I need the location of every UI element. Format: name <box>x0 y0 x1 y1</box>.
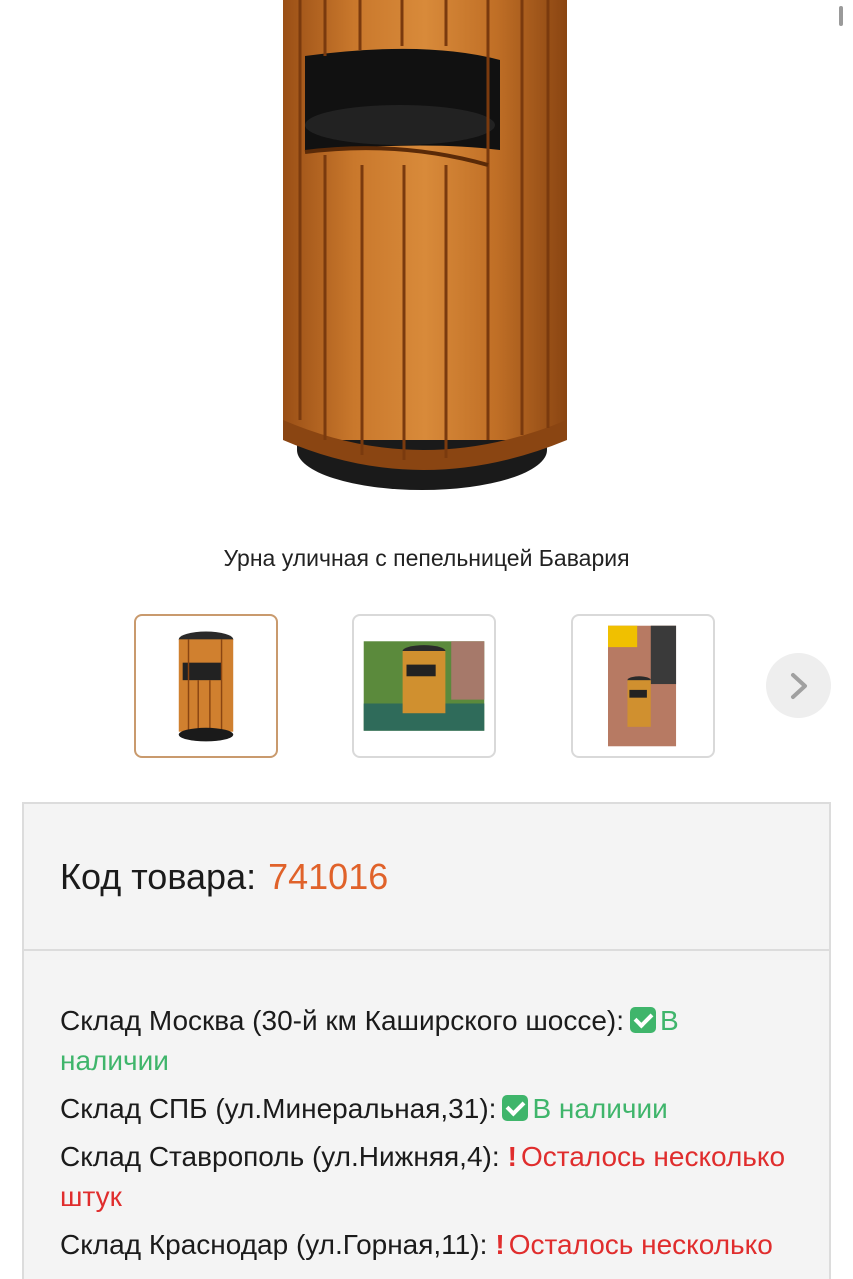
product-caption: Урна уличная с пепельницей Бавария <box>223 545 630 571</box>
warehouse-label: Склад Ставрополь (ул.Нижняя,4): <box>60 1141 500 1172</box>
thumbnail-2[interactable] <box>352 614 496 758</box>
urn-thumbnail-icon <box>178 631 234 742</box>
warehouse-label: Склад СПБ (ул.Минеральная,31): <box>60 1093 497 1124</box>
exclamation-icon: ! <box>507 1141 517 1172</box>
stock-status: В наличии <box>532 1093 668 1124</box>
chevron-right-icon <box>790 672 807 699</box>
thumbnail-1[interactable] <box>134 614 278 758</box>
product-code-row: Код товара: 741016 <box>24 804 829 951</box>
urn-image <box>283 0 567 490</box>
product-info-card: Код товара: 741016 Склад Москва (30-й км… <box>22 802 831 1279</box>
thumbnail-gallery <box>0 614 853 760</box>
warehouse-label: Склад Москва (30-й км Каширского шоссе): <box>60 1005 625 1036</box>
stock-item-krasnodar: Склад Краснодар (ул.Горная,11):! Осталось… <box>60 1225 793 1279</box>
stock-item-moscow: Склад Москва (30-й км Каширского шоссе):… <box>60 1001 793 1081</box>
stock-item-spb: Склад СПБ (ул.Минеральная,31): В наличии <box>60 1089 793 1129</box>
stock-item-stavropol: Склад Ставрополь (ул.Нижняя,4):! Осталось… <box>60 1137 793 1217</box>
check-icon <box>502 1095 529 1121</box>
product-code-label: Код товара: <box>60 855 257 897</box>
lawn-photo-icon <box>363 641 485 731</box>
exclamation-icon: ! <box>495 1229 505 1260</box>
gallery-next-button[interactable] <box>766 653 831 718</box>
thumbnail-3[interactable] <box>571 614 715 758</box>
product-code-value: 741016 <box>268 855 389 897</box>
stock-list: Склад Москва (30-й км Каширского шоссе):… <box>24 951 829 1279</box>
warehouse-label: Склад Краснодар (ул.Горная,11): <box>60 1229 488 1260</box>
street-photo-icon <box>608 625 677 747</box>
product-main-image[interactable] <box>0 0 853 520</box>
check-icon <box>630 1007 657 1033</box>
